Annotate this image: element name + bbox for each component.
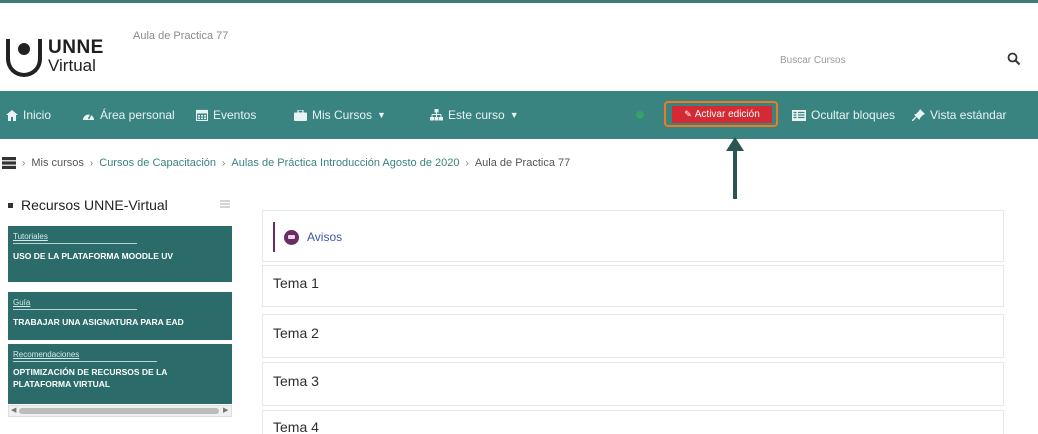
section-tema-2: Tema 2 (262, 314, 1004, 358)
breadcrumb: › Mis cursos › Cursos de Capacitación › … (0, 154, 570, 172)
resource-card-underline (13, 309, 137, 310)
edit-icon: ✎ (684, 109, 692, 119)
resource-card-title: OPTIMIZACIÓN DE RECURSOS DE LA PLATAFORM… (13, 367, 168, 389)
pin-icon (912, 109, 925, 121)
nav-mis-cursos-label: Mis Cursos (312, 108, 373, 122)
forum-icon (284, 230, 299, 245)
breadcrumb-separator-icon: › (89, 157, 94, 169)
nav-inicio[interactable]: Inicio (6, 91, 51, 139)
nav-area-personal[interactable]: Área personal (82, 91, 175, 139)
scroll-right-icon[interactable]: ▶ (223, 406, 228, 416)
scroll-left-icon[interactable]: ◀ (11, 406, 16, 416)
section-title[interactable]: Tema 1 (273, 275, 319, 291)
chevron-down-icon: ▼ (377, 110, 386, 120)
home-icon (6, 109, 18, 121)
resource-card-tutoriales[interactable]: Tutoriales USO DE LA PLATAFORMA MOODLE U… (8, 226, 232, 282)
breadcrumb-cursos-capacitacion[interactable]: Cursos de Capacitación (99, 157, 216, 169)
section-tema-1: Tema 1 (262, 265, 1004, 307)
search-icon[interactable] (1007, 52, 1021, 66)
section-tema-3: Tema 3 (262, 362, 1004, 406)
nav-vista-estandar[interactable]: Vista estándar (912, 91, 1007, 139)
collapse-icon[interactable] (220, 200, 230, 208)
resource-card-underline (13, 361, 157, 362)
nav-inicio-label: Inicio (23, 108, 52, 122)
resource-card-underline (13, 243, 137, 244)
nav-mis-cursos[interactable]: Mis Cursos ▼ (294, 91, 386, 139)
breadcrumb-current: Aula de Practica 77 (474, 157, 571, 169)
section-title[interactable]: Tema 2 (273, 325, 319, 341)
calendar-icon (196, 109, 208, 121)
chevron-down-icon: ▼ (509, 110, 519, 120)
unne-virtual-logo[interactable]: UNNE Virtual (6, 35, 116, 85)
resource-card-recomendaciones[interactable]: Recomendaciones OPTIMIZACIÓN DE RECURSOS… (8, 344, 232, 404)
section-title[interactable]: Tema 3 (273, 373, 319, 389)
resource-card-label: Guía (13, 298, 31, 307)
logo-mark-icon (6, 39, 42, 77)
nav-area-personal-label: Área personal (100, 108, 175, 122)
site-header: UNNE Virtual Aula de Practica 77 (0, 3, 1038, 91)
section-title[interactable]: Tema 4 (273, 419, 319, 434)
nav-este-curso-label: Este curso (448, 108, 505, 122)
main-navbar: Inicio Área personal Eventos Mis Cursos … (0, 91, 1038, 139)
nav-vista-estandar-label: Vista estándar (930, 108, 1007, 122)
dashboard-home-icon[interactable] (2, 157, 16, 169)
sitemap-icon (430, 109, 443, 121)
breadcrumb-separator-icon: › (222, 157, 226, 169)
status-dot-icon (636, 111, 644, 119)
resource-card-label: Tutoriales (13, 232, 48, 241)
avisos-link[interactable]: Avisos (307, 230, 342, 244)
block-horizontal-scrollbar[interactable]: ◀ ▶ (8, 405, 232, 417)
resource-card-title: TRABAJAR UNA ASIGNATURA PARA EAD (13, 317, 184, 327)
breadcrumb-mis-cursos[interactable]: Mis cursos (31, 157, 84, 169)
nav-ocultar-bloques[interactable]: Ocultar bloques (792, 91, 895, 139)
nav-eventos[interactable]: Eventos (196, 91, 256, 139)
nav-eventos-label: Eventos (213, 108, 257, 122)
breadcrumb-separator-icon: › (465, 157, 469, 169)
resource-card-guia[interactable]: Guía TRABAJAR UNA ASIGNATURA PARA EAD (8, 292, 232, 340)
breadcrumb-separator-icon: › (22, 157, 26, 169)
dashboard-icon (83, 113, 94, 120)
nav-este-curso[interactable]: Este curso ▼ (430, 91, 519, 139)
block-bullet-icon (8, 202, 13, 208)
activar-edicion-label: Activar edición (694, 109, 760, 120)
activity-indent-bar (273, 222, 275, 252)
logo-text-virtual: Virtual (48, 56, 96, 75)
resource-card-label: Recomendaciones (13, 350, 80, 359)
site-subtitle: Aula de Practica 77 (133, 30, 229, 42)
resource-card-title: USO DE LA PLATAFORMA MOODLE UV (13, 251, 174, 261)
section-tema-4: Tema 4 (262, 410, 1004, 434)
block-title: Recursos UNNE-Virtual (21, 197, 168, 213)
nav-ocultar-bloques-label: Ocultar bloques (811, 108, 896, 122)
scroll-thumb[interactable] (19, 408, 219, 414)
block-header: Recursos UNNE-Virtual (8, 196, 168, 214)
columns-icon (792, 109, 806, 121)
search-courses-input[interactable] (770, 47, 996, 73)
briefcase-icon (294, 109, 307, 121)
annotation-arrow-icon (726, 137, 744, 199)
breadcrumb-aulas-practica[interactable]: Aulas de Práctica Introducción Agosto de… (231, 157, 459, 169)
section-general: Avisos (262, 210, 1004, 262)
activar-edicion-button[interactable]: ✎ Activar edición (672, 106, 772, 123)
